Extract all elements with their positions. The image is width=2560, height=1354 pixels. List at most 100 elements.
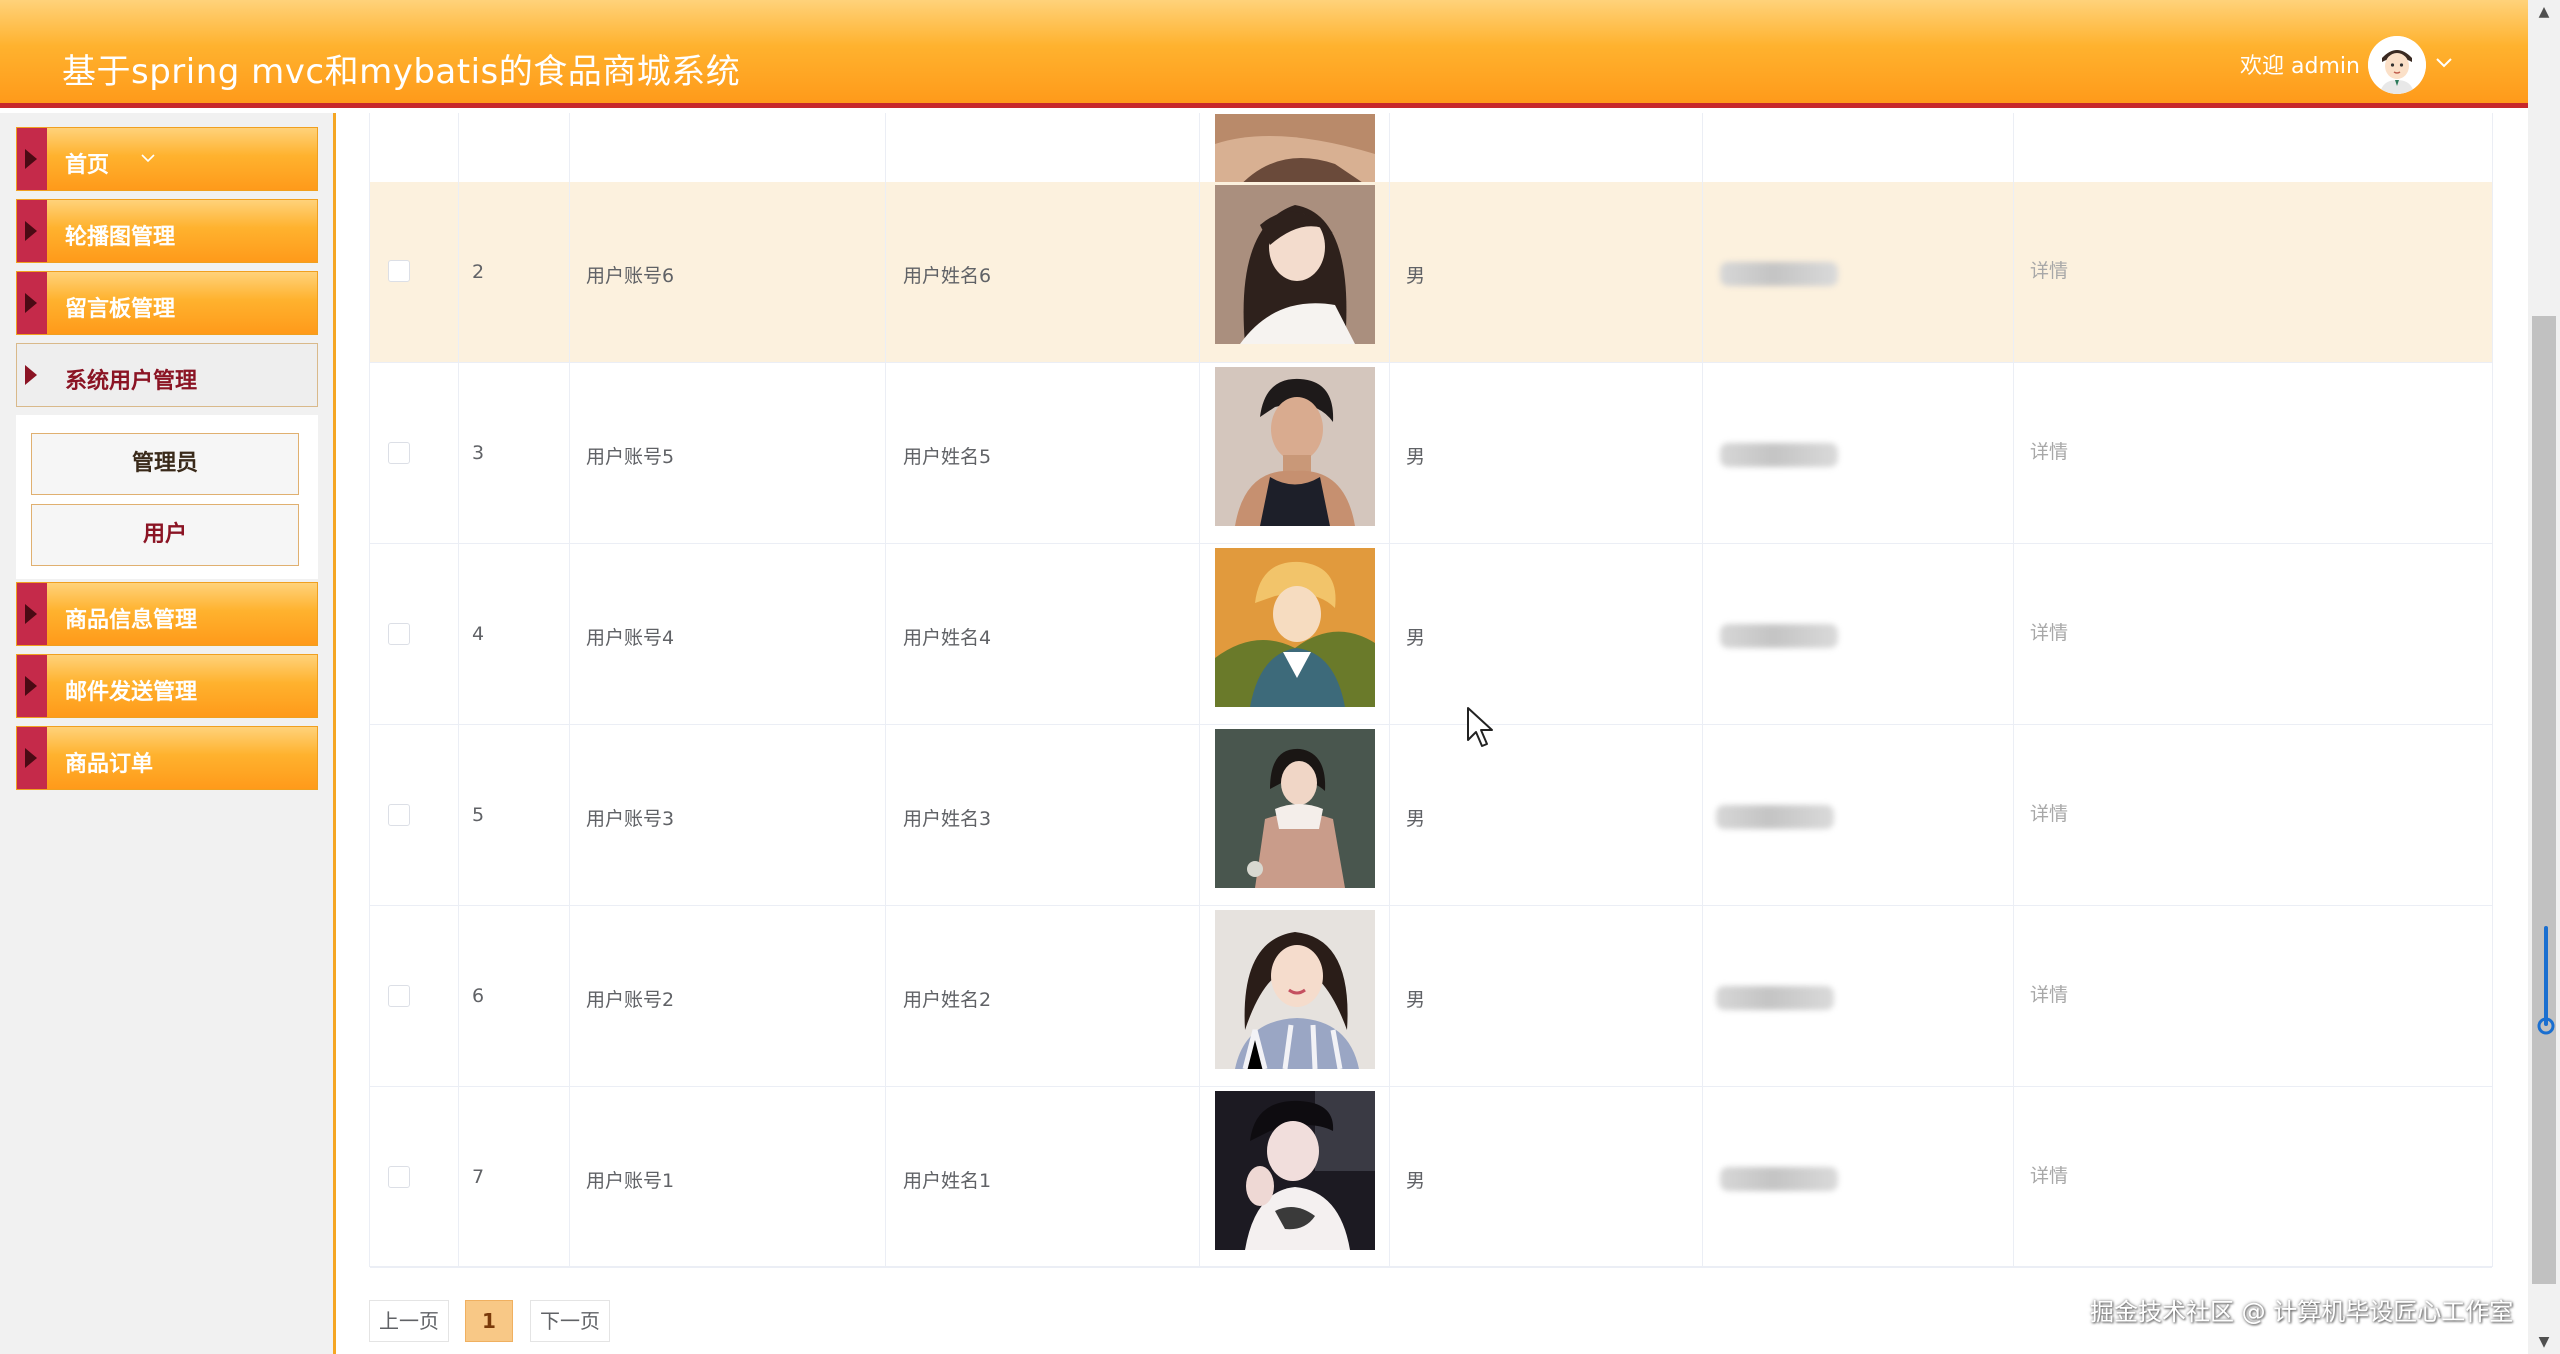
sidebar-item-label: 邮件发送管理	[65, 680, 198, 705]
scroll-thumb[interactable]	[2532, 316, 2556, 1284]
row-checkbox[interactable]	[388, 623, 410, 645]
blurred-phone	[1716, 986, 1834, 1010]
row-gender: 男	[1406, 808, 1426, 830]
user-photo	[1215, 729, 1375, 888]
sidebar-item-label: 留言板管理	[65, 297, 176, 322]
blurred-phone	[1720, 624, 1838, 648]
row-account: 用户账号5	[586, 446, 675, 468]
sidebar-item-label: 系统用户管理	[65, 369, 198, 394]
column-divider	[569, 113, 570, 1267]
table-row[interactable]: 6 用户账号2 用户姓名2 男 详情	[370, 906, 2492, 1087]
user-photo	[1215, 548, 1375, 707]
sidebar-item-email[interactable]: 邮件发送管理	[16, 654, 318, 718]
user-photo	[1215, 910, 1375, 1069]
row-name: 用户姓名2	[903, 989, 992, 1011]
triangle-right-icon	[17, 727, 47, 789]
detail-link[interactable]: 详情	[2030, 799, 2068, 826]
detail-link[interactable]: 详情	[2030, 980, 2068, 1007]
row-index: 4	[472, 623, 485, 645]
row-account: 用户账号4	[586, 627, 675, 649]
row-name: 用户姓名5	[903, 446, 992, 468]
row-gender: 男	[1406, 989, 1426, 1011]
row-checkbox[interactable]	[388, 804, 410, 826]
sidebar-item-carousel[interactable]: 轮播图管理	[16, 199, 318, 263]
row-name: 用户姓名4	[903, 627, 992, 649]
row-account: 用户账号2	[586, 989, 675, 1011]
blurred-phone	[1716, 805, 1834, 829]
row-name: 用户姓名3	[903, 808, 992, 830]
column-divider	[458, 113, 459, 1267]
table-row[interactable]: 7 用户账号1 用户姓名1 男 详情	[370, 1087, 2492, 1268]
row-gender: 男	[1406, 1170, 1426, 1192]
next-page-button[interactable]: 下一页	[530, 1300, 610, 1342]
scroll-indicator-icon	[2536, 924, 2556, 1040]
blurred-phone	[1720, 1167, 1838, 1191]
row-gender: 男	[1406, 446, 1426, 468]
sidebar-item-orders[interactable]: 商品订单	[16, 726, 318, 790]
user-photo	[1215, 1091, 1375, 1250]
detail-link[interactable]: 详情	[2030, 437, 2068, 464]
row-index: 7	[472, 1166, 485, 1188]
column-divider	[885, 113, 886, 1267]
row-index: 3	[472, 442, 485, 464]
mouse-cursor-icon	[1466, 706, 1496, 752]
column-divider	[2013, 113, 2014, 1267]
page-scrollbar[interactable]: ▲ ▼	[2528, 0, 2560, 1354]
sidebar-item-label: 商品订单	[65, 752, 154, 777]
triangle-right-icon	[17, 344, 47, 406]
sidebar-item-message-board[interactable]: 留言板管理	[16, 271, 318, 335]
table-row	[370, 27, 2492, 208]
row-account: 用户账号1	[586, 1170, 675, 1192]
user-photo	[1215, 185, 1375, 344]
sidebar-item-label: 商品信息管理	[65, 608, 198, 633]
submenu-item-user[interactable]: 用户	[31, 504, 299, 566]
table-row[interactable]: 3 用户账号5 用户姓名5 男 详情	[370, 363, 2492, 544]
row-name: 用户姓名1	[903, 1170, 992, 1192]
row-index: 5	[472, 804, 485, 826]
triangle-right-icon	[17, 583, 47, 645]
row-account: 用户账号3	[586, 808, 675, 830]
row-checkbox[interactable]	[388, 1166, 410, 1188]
prev-page-button[interactable]: 上一页	[369, 1300, 449, 1342]
detail-link[interactable]: 详情	[2030, 1161, 2068, 1188]
column-divider	[1702, 113, 1703, 1267]
sidebar-item-label: 轮播图管理	[65, 225, 176, 250]
scroll-down-arrow-icon[interactable]: ▼	[2528, 1330, 2560, 1354]
row-checkbox[interactable]	[388, 985, 410, 1007]
submenu-item-admin[interactable]: 管理员	[31, 433, 299, 495]
row-checkbox[interactable]	[388, 260, 410, 282]
sidebar-item-product-info[interactable]: 商品信息管理	[16, 582, 318, 646]
table-row[interactable]: 5 用户账号3 用户姓名3 男 详情	[370, 725, 2492, 906]
watermark-text: 掘金技术社区 @ 计算机毕设匠心工作室	[2090, 1298, 2514, 1326]
detail-link[interactable]: 详情	[2030, 256, 2068, 283]
triangle-right-icon	[17, 128, 47, 190]
row-index: 6	[472, 985, 485, 1007]
page-1-button[interactable]: 1	[465, 1300, 513, 1342]
user-table: 2 用户账号6 用户姓名6 男 详情 3 用户账号5 用户姓名5 男 详情 4 …	[369, 113, 2493, 1268]
detail-link[interactable]: 详情	[2030, 618, 2068, 645]
blurred-phone	[1720, 262, 1838, 286]
triangle-right-icon	[17, 272, 47, 334]
user-photo	[1215, 367, 1375, 526]
scroll-up-arrow-icon[interactable]: ▲	[2528, 0, 2560, 24]
submenu-system-users: 管理员 用户	[16, 415, 318, 579]
user-photo	[1215, 114, 1375, 191]
sidebar-item-system-users[interactable]: 系统用户管理	[16, 343, 318, 407]
triangle-right-icon	[17, 655, 47, 717]
column-divider	[1199, 113, 1200, 1267]
sidebar: 首页 轮播图管理 留言板管理 系统用户管理 管理员 用户 商品信息管理 邮件发送…	[0, 113, 336, 1354]
sidebar-item-home[interactable]: 首页	[16, 127, 318, 191]
blurred-phone	[1720, 443, 1838, 467]
triangle-right-icon	[17, 200, 47, 262]
row-name: 用户姓名6	[903, 265, 992, 287]
sidebar-item-label: 首页	[65, 153, 110, 178]
chevron-down-icon	[141, 148, 155, 167]
table-row[interactable]: 2 用户账号6 用户姓名6 男 详情	[370, 182, 2492, 363]
row-index: 2	[472, 261, 485, 283]
row-checkbox[interactable]	[388, 442, 410, 464]
column-divider	[1389, 113, 1390, 1267]
table-row[interactable]: 4 用户账号4 用户姓名4 男 详情	[370, 544, 2492, 725]
row-account: 用户账号6	[586, 265, 675, 287]
row-gender: 男	[1406, 627, 1426, 649]
row-gender: 男	[1406, 265, 1426, 287]
